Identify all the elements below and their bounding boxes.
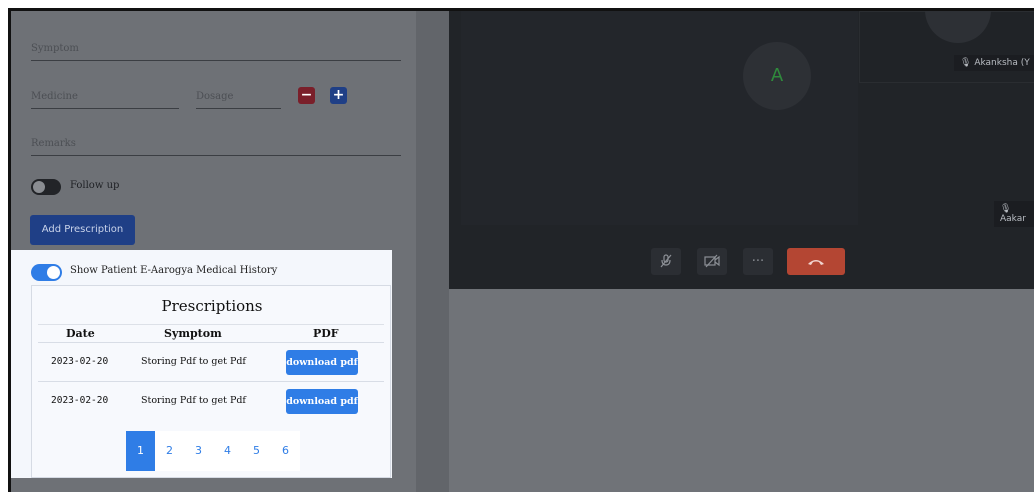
- page-3-button[interactable]: 3: [184, 431, 213, 471]
- prescriptions-table: Date Symptom PDF 2023-02-20 Storing Pdf …: [38, 324, 384, 420]
- show-history-label: Show Patient E-Aarogya Medical History: [70, 265, 278, 276]
- download-pdf-button[interactable]: download pdf: [286, 389, 358, 414]
- end-call-icon: [808, 260, 824, 265]
- medicine-placeholder: Medicine: [31, 91, 78, 102]
- app-frame: Symptom Medicine Dosage − + Remarks Foll…: [8, 8, 1034, 492]
- row-symptom: Storing Pdf to get Pdf: [141, 395, 246, 406]
- follow-up-label: Follow up: [70, 180, 120, 191]
- participant-name: Akanksha (Y: [974, 58, 1030, 68]
- toggle-camera-button[interactable]: [697, 248, 727, 275]
- mute-mic-button[interactable]: [651, 248, 681, 275]
- medical-history-card: Show Patient E-Aarogya Medical History P…: [11, 250, 392, 478]
- panel-divider: [416, 11, 449, 492]
- medicine-field[interactable]: Medicine: [31, 91, 179, 109]
- symptom-placeholder: Symptom: [31, 43, 79, 54]
- dosage-placeholder: Dosage: [196, 91, 234, 102]
- prescriptions-box: Prescriptions Date Symptom PDF 2023-02-2…: [31, 285, 391, 478]
- prescriptions-title: Prescriptions: [161, 297, 263, 315]
- participant-avatar: A: [743, 42, 811, 110]
- participant-name-tag: 🎙 Akanksha (Y: [954, 55, 1034, 71]
- column-header-pdf: PDF: [313, 327, 339, 340]
- row-symptom: Storing Pdf to get Pdf: [141, 356, 246, 367]
- show-history-toggle[interactable]: [31, 264, 62, 281]
- mic-muted-icon: [660, 254, 672, 268]
- dosage-field[interactable]: Dosage: [196, 91, 281, 109]
- more-options-button[interactable]: ···: [743, 248, 773, 275]
- page-1-button[interactable]: 1: [126, 431, 155, 471]
- column-header-symptom: Symptom: [164, 327, 222, 340]
- row-date: 2023-02-20: [51, 356, 109, 367]
- end-call-button[interactable]: [787, 248, 845, 275]
- mic-muted-icon: 🎙: [1000, 204, 1012, 214]
- main-video-tile: A: [461, 11, 858, 225]
- more-icon: ···: [751, 254, 765, 269]
- follow-up-toggle[interactable]: [31, 179, 61, 195]
- participant-name-tag: 🎙 Aakar: [994, 201, 1034, 227]
- add-prescription-button[interactable]: Add Prescription: [30, 215, 135, 245]
- remove-medicine-button[interactable]: −: [298, 87, 315, 104]
- camera-off-icon: [704, 254, 720, 268]
- table-row: 2023-02-20 Storing Pdf to get Pdf downlo…: [38, 381, 384, 420]
- symptom-field[interactable]: Symptom: [31, 43, 401, 61]
- page-5-button[interactable]: 5: [242, 431, 271, 471]
- column-header-date: Date: [66, 327, 95, 340]
- page-2-button[interactable]: 2: [155, 431, 184, 471]
- table-row: 2023-02-20 Storing Pdf to get Pdf downlo…: [38, 342, 384, 381]
- row-date: 2023-02-20: [51, 395, 109, 406]
- download-pdf-button[interactable]: download pdf: [286, 350, 358, 375]
- participant-name: Aakar: [1000, 214, 1026, 224]
- video-area: A 🎙 Akanksha (Y 🎙 Aakar ···: [449, 11, 1034, 492]
- page-4-button[interactable]: 4: [213, 431, 242, 471]
- remarks-field[interactable]: Remarks: [31, 138, 401, 156]
- pagination: 1 2 3 4 5 6: [126, 431, 300, 471]
- add-medicine-button[interactable]: +: [330, 87, 347, 104]
- video-call: A 🎙 Akanksha (Y 🎙 Aakar ···: [449, 11, 1034, 289]
- mic-muted-icon: 🎙: [960, 58, 972, 68]
- prescription-panel: Symptom Medicine Dosage − + Remarks Foll…: [11, 11, 416, 492]
- remarks-placeholder: Remarks: [31, 138, 76, 149]
- table-header: Date Symptom PDF: [38, 324, 384, 342]
- page-6-button[interactable]: 6: [271, 431, 300, 471]
